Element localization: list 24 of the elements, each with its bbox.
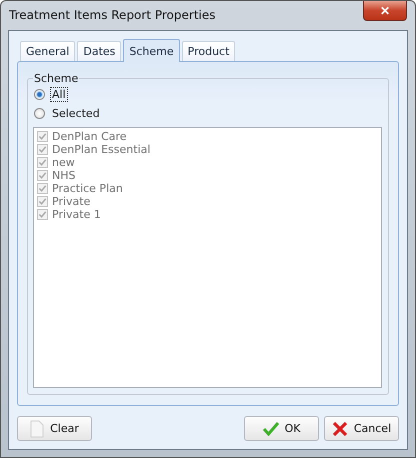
item-label: DenPlan Care	[52, 130, 127, 143]
radio-label[interactable]: Selected	[50, 106, 102, 121]
radio-button[interactable]	[34, 108, 45, 119]
item-label: DenPlan Essential	[52, 143, 150, 156]
dialog-button[interactable]: Clear	[17, 416, 92, 441]
dialog-button[interactable]: OK	[244, 416, 319, 441]
window-title: Treatment Items Report Properties	[9, 8, 216, 22]
check-icon	[262, 422, 279, 436]
item-label: Practice Plan	[52, 182, 123, 195]
group-title: Scheme	[33, 72, 80, 85]
dialog-button[interactable]: Cancel	[324, 416, 399, 441]
radio-label[interactable]: All	[50, 87, 68, 102]
document-icon	[30, 420, 44, 438]
cross-icon	[332, 420, 348, 436]
item-label: Private 1	[52, 208, 101, 221]
radio-button[interactable]	[34, 89, 45, 100]
tab[interactable]: Scheme	[123, 39, 180, 62]
item-label: NHS	[52, 169, 76, 182]
item-label: new	[52, 156, 75, 169]
close-button[interactable]: ✕	[363, 1, 407, 21]
item-label: Private	[52, 195, 90, 208]
tab[interactable]: Dates	[77, 41, 122, 61]
tab[interactable]: Product	[182, 41, 236, 61]
tab[interactable]: General	[20, 41, 76, 61]
